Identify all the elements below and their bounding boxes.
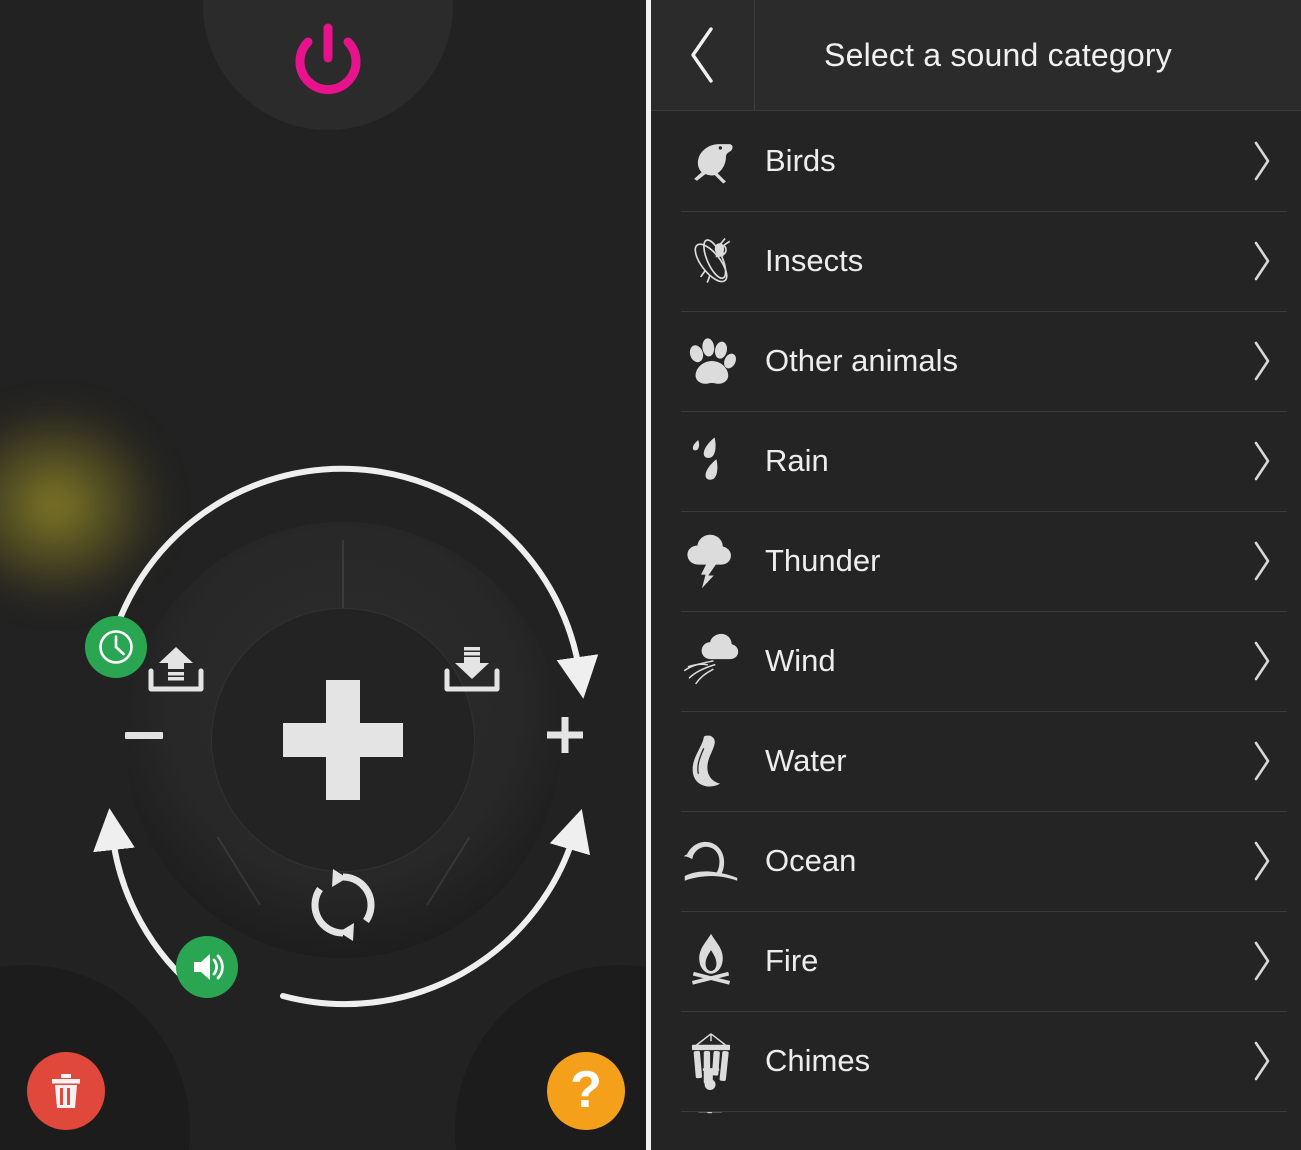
category-row-chimes[interactable]: Chimes bbox=[651, 1011, 1301, 1111]
category-row-rain[interactable]: Rain bbox=[651, 411, 1301, 511]
category-label: Other animals bbox=[765, 343, 958, 378]
raindrops-icon bbox=[679, 426, 743, 496]
page-title: Select a sound category bbox=[824, 36, 1172, 73]
back-chevron-icon bbox=[690, 27, 713, 83]
chevron-right-icon bbox=[1245, 639, 1279, 683]
chevron-right-icon bbox=[1245, 339, 1279, 383]
loop-icon[interactable] bbox=[303, 865, 383, 945]
category-row-other-animals[interactable]: Other animals bbox=[651, 311, 1301, 411]
bird-icon bbox=[679, 126, 743, 196]
volume-badge-button[interactable] bbox=[176, 936, 238, 998]
ocean-wave-icon bbox=[679, 826, 743, 896]
category-row-thunder[interactable]: Thunder bbox=[651, 511, 1301, 611]
chevron-right-icon bbox=[1245, 539, 1279, 583]
category-list: Birds Insects Other animals Rain Thunder… bbox=[651, 111, 1301, 1150]
volume-decrease-button[interactable] bbox=[125, 732, 163, 739]
category-row-fire[interactable]: Fire bbox=[651, 911, 1301, 1011]
category-row-water[interactable]: Water bbox=[651, 711, 1301, 811]
wind-chimes-icon bbox=[679, 1026, 743, 1096]
category-row-ocean[interactable]: Ocean bbox=[651, 811, 1301, 911]
chevron-right-icon bbox=[1245, 239, 1279, 283]
category-label: Birds bbox=[765, 143, 836, 178]
cicada-icon bbox=[679, 226, 743, 296]
thunder-cloud-icon bbox=[679, 526, 743, 596]
waterfall-icon bbox=[679, 726, 743, 796]
chevron-right-icon bbox=[1245, 939, 1279, 983]
delete-button[interactable] bbox=[27, 1052, 105, 1130]
paw-print-icon bbox=[679, 326, 743, 396]
volume-increase-button[interactable] bbox=[545, 715, 585, 755]
wind-cloud-icon bbox=[679, 626, 743, 696]
partial-category-icon bbox=[679, 1111, 743, 1150]
category-label: Water bbox=[765, 743, 847, 778]
chevron-right-icon bbox=[1245, 439, 1279, 483]
category-header: Select a sound category bbox=[651, 0, 1301, 111]
help-button[interactable]: ? bbox=[547, 1052, 625, 1130]
category-label: Fire bbox=[765, 943, 819, 978]
chevron-right-icon bbox=[1245, 1039, 1279, 1083]
category-label: Ocean bbox=[765, 843, 857, 878]
help-button-label: ? bbox=[570, 1060, 602, 1119]
campfire-icon bbox=[679, 926, 743, 996]
sound-dial[interactable] bbox=[83, 465, 603, 1008]
category-label: Rain bbox=[765, 443, 829, 478]
category-label: Wind bbox=[765, 643, 836, 678]
chevron-right-icon bbox=[1245, 839, 1279, 883]
power-button[interactable] bbox=[288, 22, 368, 102]
category-label: Insects bbox=[765, 243, 864, 278]
sound-mixer-panel: ? bbox=[0, 0, 646, 1150]
chevron-right-icon bbox=[1245, 739, 1279, 783]
category-row-insects[interactable]: Insects bbox=[651, 211, 1301, 311]
category-row-partial[interactable] bbox=[651, 1111, 1301, 1150]
category-row-birds[interactable]: Birds bbox=[651, 111, 1301, 211]
back-button[interactable] bbox=[651, 0, 755, 110]
sound-category-panel: Select a sound category Birds Insects Ot… bbox=[651, 0, 1301, 1150]
app-root: ? Select a sound category Birds Insects … bbox=[0, 0, 1301, 1150]
category-label: Thunder bbox=[765, 543, 881, 578]
export-icon[interactable] bbox=[145, 645, 207, 693]
category-row-wind[interactable]: Wind bbox=[651, 611, 1301, 711]
timer-badge-button[interactable] bbox=[85, 616, 147, 678]
category-label: Chimes bbox=[765, 1043, 871, 1078]
import-icon[interactable] bbox=[441, 645, 503, 693]
chevron-right-icon bbox=[1245, 139, 1279, 183]
add-sound-button[interactable] bbox=[277, 674, 409, 806]
